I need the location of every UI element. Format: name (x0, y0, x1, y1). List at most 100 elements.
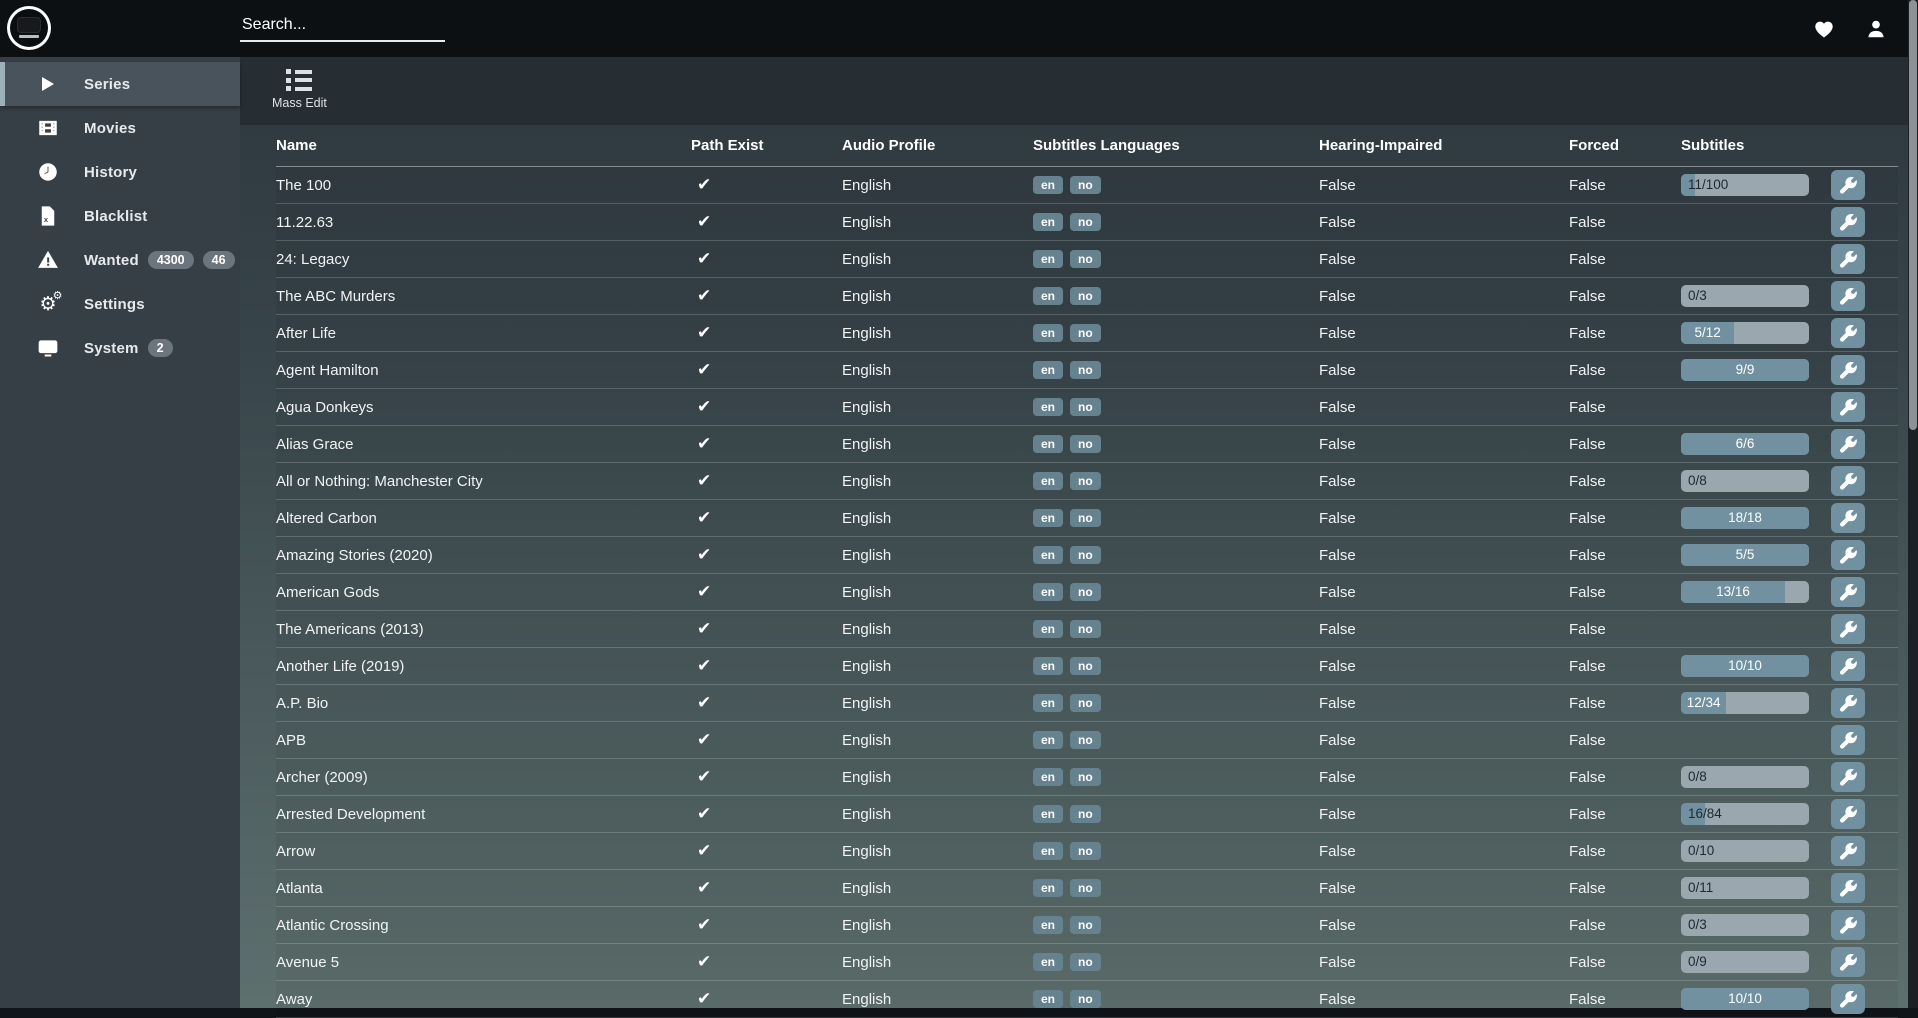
table-row[interactable]: American Gods ✔ English enno False False… (276, 574, 1898, 611)
wrench-button[interactable] (1831, 984, 1865, 1014)
language-badge: en (1033, 509, 1063, 527)
table-row[interactable]: APB ✔ English enno False False (276, 722, 1898, 759)
table-row[interactable]: Archer (2009) ✔ English enno False False… (276, 759, 1898, 796)
series-name[interactable]: Amazing Stories (2020) (276, 547, 691, 564)
heart-icon[interactable] (1812, 17, 1836, 41)
series-name[interactable]: American Gods (276, 584, 691, 601)
series-name[interactable]: After Life (276, 325, 691, 342)
wrench-button[interactable] (1831, 392, 1865, 422)
series-name[interactable]: Avenue 5 (276, 954, 691, 971)
vertical-scrollbar[interactable] (1908, 0, 1918, 1008)
table-row[interactable]: 24: Legacy ✔ English enno False False (276, 241, 1898, 278)
forced-value: False (1569, 621, 1681, 638)
table-row[interactable]: Altered Carbon ✔ English enno False Fals… (276, 500, 1898, 537)
wrench-button[interactable] (1831, 688, 1865, 718)
wrench-button[interactable] (1831, 651, 1865, 681)
col-header-hearing-impaired[interactable]: Hearing-Impaired (1319, 137, 1569, 154)
table-row[interactable]: Alias Grace ✔ English enno False False 6… (276, 426, 1898, 463)
series-name[interactable]: Altered Carbon (276, 510, 691, 527)
wrench-button[interactable] (1831, 799, 1865, 829)
col-header-name[interactable]: Name (276, 137, 691, 154)
check-icon: ✔ (697, 471, 711, 491)
series-name[interactable]: Atlantic Crossing (276, 917, 691, 934)
series-name[interactable]: A.P. Bio (276, 695, 691, 712)
search-input[interactable] (240, 12, 445, 42)
forced-value: False (1569, 288, 1681, 305)
series-name[interactable]: 24: Legacy (276, 251, 691, 268)
table-row[interactable]: Avenue 5 ✔ English enno False False 0/9 (276, 944, 1898, 981)
forced-value: False (1569, 843, 1681, 860)
series-name[interactable]: Archer (2009) (276, 769, 691, 786)
sidebar-item-system[interactable]: System 2 (0, 326, 240, 370)
table-row[interactable]: Atlantic Crossing ✔ English enno False F… (276, 907, 1898, 944)
app-logo[interactable] (7, 6, 51, 50)
sidebar-item-settings[interactable]: ⚙⚙ Settings (0, 282, 240, 326)
wrench-button[interactable] (1831, 503, 1865, 533)
subtitles-progress-label: 18/18 (1681, 507, 1809, 529)
col-header-subtitles-languages[interactable]: Subtitles Languages (1033, 137, 1319, 154)
table-row[interactable]: 11.22.63 ✔ English enno False False (276, 204, 1898, 241)
wrench-button[interactable] (1831, 429, 1865, 459)
col-header-audio-profile[interactable]: Audio Profile (842, 137, 1033, 154)
wrench-button[interactable] (1831, 873, 1865, 903)
table-row[interactable]: Arrow ✔ English enno False False 0/10 (276, 833, 1898, 870)
series-name[interactable]: The ABC Murders (276, 288, 691, 305)
table-row[interactable]: Agent Hamilton ✔ English enno False Fals… (276, 352, 1898, 389)
series-name[interactable]: Agua Donkeys (276, 399, 691, 416)
series-name[interactable]: Atlanta (276, 880, 691, 897)
sidebar-item-series[interactable]: Series (0, 62, 240, 106)
wrench-button[interactable] (1831, 762, 1865, 792)
wrench-button[interactable] (1831, 466, 1865, 496)
wrench-button[interactable] (1831, 910, 1865, 940)
series-name[interactable]: Arrow (276, 843, 691, 860)
series-name[interactable]: APB (276, 732, 691, 749)
wrench-button[interactable] (1831, 170, 1865, 200)
table-row[interactable]: Amazing Stories (2020) ✔ English enno Fa… (276, 537, 1898, 574)
table-row[interactable]: Arrested Development ✔ English enno Fals… (276, 796, 1898, 833)
table-row[interactable]: All or Nothing: Manchester City ✔ Englis… (276, 463, 1898, 500)
wrench-button[interactable] (1831, 244, 1865, 274)
series-name[interactable]: All or Nothing: Manchester City (276, 473, 691, 490)
table-row[interactable]: After Life ✔ English enno False False 5/… (276, 315, 1898, 352)
mass-edit-button[interactable]: Mass Edit (264, 57, 335, 110)
check-icon: ✔ (697, 175, 711, 195)
table-row[interactable]: Agua Donkeys ✔ English enno False False (276, 389, 1898, 426)
series-name[interactable]: Arrested Development (276, 806, 691, 823)
wrench-button[interactable] (1831, 614, 1865, 644)
wrench-button[interactable] (1831, 281, 1865, 311)
series-name[interactable]: 11.22.63 (276, 214, 691, 231)
table-row[interactable]: The 100 ✔ English enno False False 11/10… (276, 167, 1898, 204)
table-row[interactable]: The Americans (2013) ✔ English enno Fals… (276, 611, 1898, 648)
wrench-button[interactable] (1831, 355, 1865, 385)
wrench-button[interactable] (1831, 725, 1865, 755)
wrench-button[interactable] (1831, 836, 1865, 866)
series-name[interactable]: The 100 (276, 177, 691, 194)
sidebar-item-blacklist[interactable]: x Blacklist (0, 194, 240, 238)
series-name[interactable]: Another Life (2019) (276, 658, 691, 675)
series-name[interactable]: Agent Hamilton (276, 362, 691, 379)
wrench-button[interactable] (1831, 318, 1865, 348)
wrench-icon (1840, 177, 1857, 194)
table-row[interactable]: The ABC Murders ✔ English enno False Fal… (276, 278, 1898, 315)
series-name[interactable]: Alias Grace (276, 436, 691, 453)
col-header-subtitles[interactable]: Subtitles (1681, 137, 1831, 154)
table-row[interactable]: Atlanta ✔ English enno False False 0/11 (276, 870, 1898, 907)
table-row[interactable]: Another Life (2019) ✔ English enno False… (276, 648, 1898, 685)
scrollbar-thumb[interactable] (1909, 0, 1917, 430)
series-name[interactable]: Away (276, 991, 691, 1008)
wrench-button[interactable] (1831, 947, 1865, 977)
wrench-button[interactable] (1831, 540, 1865, 570)
wrench-button[interactable] (1831, 207, 1865, 237)
forced-value: False (1569, 695, 1681, 712)
series-name[interactable]: The Americans (2013) (276, 621, 691, 638)
sidebar-item-wanted[interactable]: Wanted 4300 46 (0, 238, 240, 282)
user-icon[interactable] (1864, 17, 1888, 41)
col-header-forced[interactable]: Forced (1569, 137, 1681, 154)
sidebar-item-history[interactable]: History (0, 150, 240, 194)
col-header-path-exist[interactable]: Path Exist (691, 137, 842, 154)
table-row[interactable]: Away ✔ English enno False False 10/10 (276, 981, 1898, 1018)
hearing-impaired-value: False (1319, 843, 1569, 860)
table-row[interactable]: A.P. Bio ✔ English enno False False 12/3… (276, 685, 1898, 722)
wrench-button[interactable] (1831, 577, 1865, 607)
sidebar-item-movies[interactable]: Movies (0, 106, 240, 150)
